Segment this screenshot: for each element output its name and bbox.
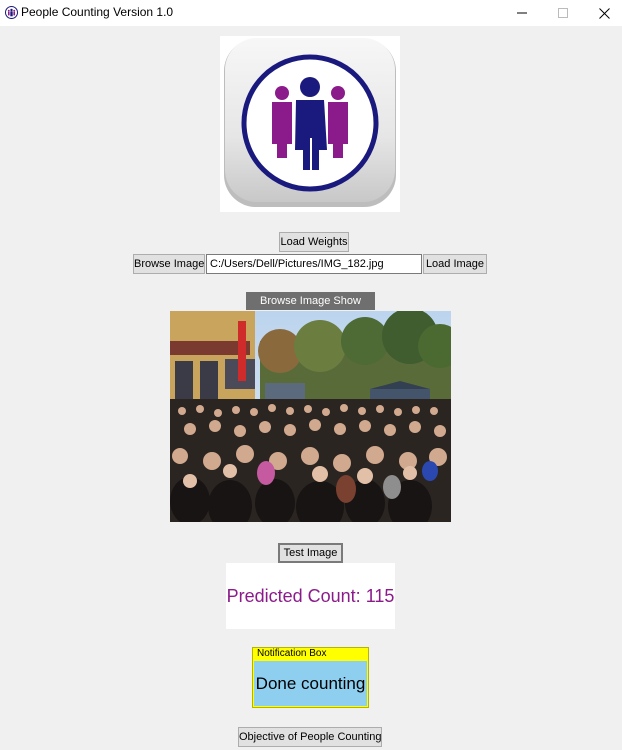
objective-button[interactable]: Objective of People Counting [238, 727, 382, 747]
people-group-icon [224, 38, 396, 207]
maximize-icon [558, 8, 568, 18]
close-icon [598, 7, 610, 19]
window-title: People Counting Version 1.0 [21, 5, 174, 19]
load-weights-button[interactable]: Load Weights [279, 232, 349, 252]
browse-image-button[interactable]: Browse Image [133, 254, 205, 274]
minimize-button[interactable] [502, 0, 542, 26]
crowd-photo [170, 311, 451, 522]
minimize-icon [517, 12, 527, 14]
predicted-count-label: Predicted Count: 115 [226, 563, 395, 629]
app-logo-icon [5, 6, 18, 19]
app-logo [220, 36, 400, 212]
preview-caption: Browse Image Show Below [246, 292, 375, 325]
close-button[interactable] [584, 0, 622, 26]
maximize-button[interactable] [543, 0, 583, 26]
notification-legend: Notification Box [256, 648, 328, 659]
test-image-button[interactable]: Test Image [278, 543, 343, 563]
notification-message: Done counting [254, 661, 367, 706]
image-path-field[interactable]: C:/Users/Dell/Pictures/IMG_182.jpg [206, 254, 422, 274]
title-bar: People Counting Version 1.0 [0, 0, 622, 26]
load-image-button[interactable]: Load Image [423, 254, 487, 274]
